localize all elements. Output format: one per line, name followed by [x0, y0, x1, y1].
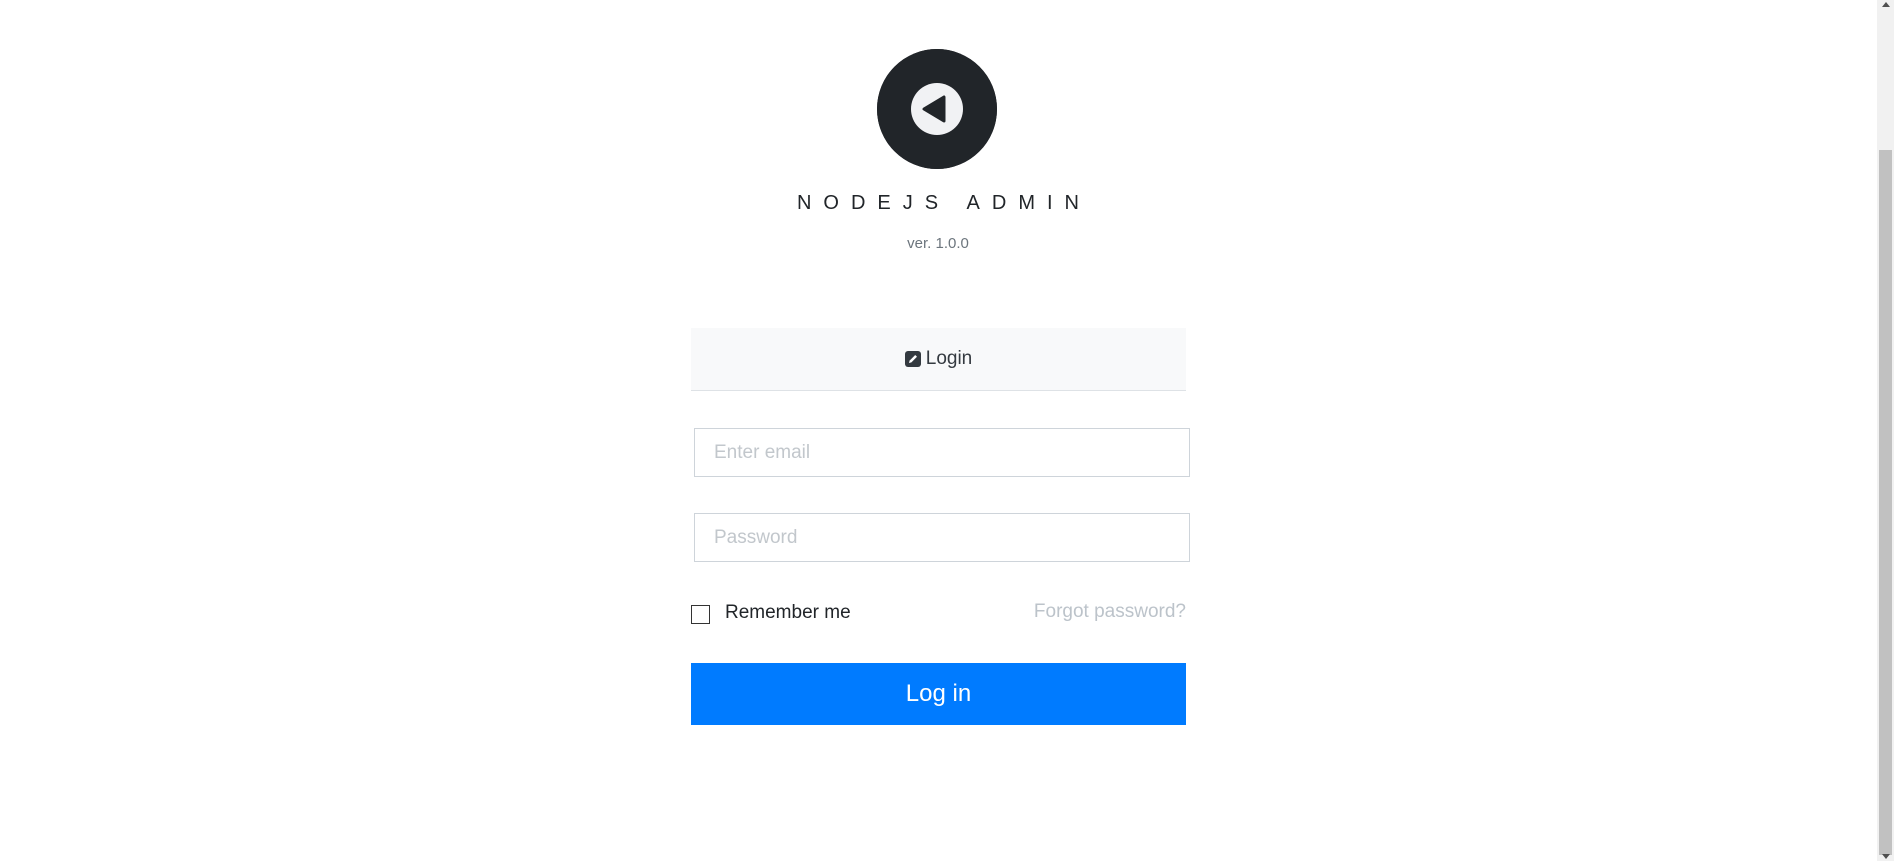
scrollbar[interactable] — [1877, 0, 1894, 861]
login-card-title: Login — [925, 348, 973, 369]
password-field[interactable] — [694, 513, 1190, 562]
logo — [877, 49, 997, 169]
email-field[interactable] — [694, 428, 1190, 477]
scrollbar-thumb[interactable] — [1879, 150, 1892, 855]
login-card-header: Login — [691, 328, 1186, 391]
scroll-down-icon[interactable] — [1882, 854, 1890, 859]
remember-me-label: Remember me — [725, 602, 851, 623]
app-title: NODEJS ADMIN — [796, 192, 1092, 214]
remember-me[interactable]: Remember me — [691, 602, 851, 624]
login-page: NODEJS ADMIN ver. 1.0.0 Login Remember m… — [0, 0, 1894, 861]
scroll-up-icon[interactable] — [1882, 2, 1890, 7]
remember-me-checkbox[interactable] — [691, 605, 710, 624]
login-button[interactable]: Log in — [691, 663, 1186, 725]
play-back-circle-icon — [877, 49, 997, 169]
app-version: ver. 1.0.0 — [907, 235, 969, 252]
edit-icon — [904, 351, 921, 367]
forgot-password-link[interactable]: Forgot password? — [1020, 601, 1186, 623]
